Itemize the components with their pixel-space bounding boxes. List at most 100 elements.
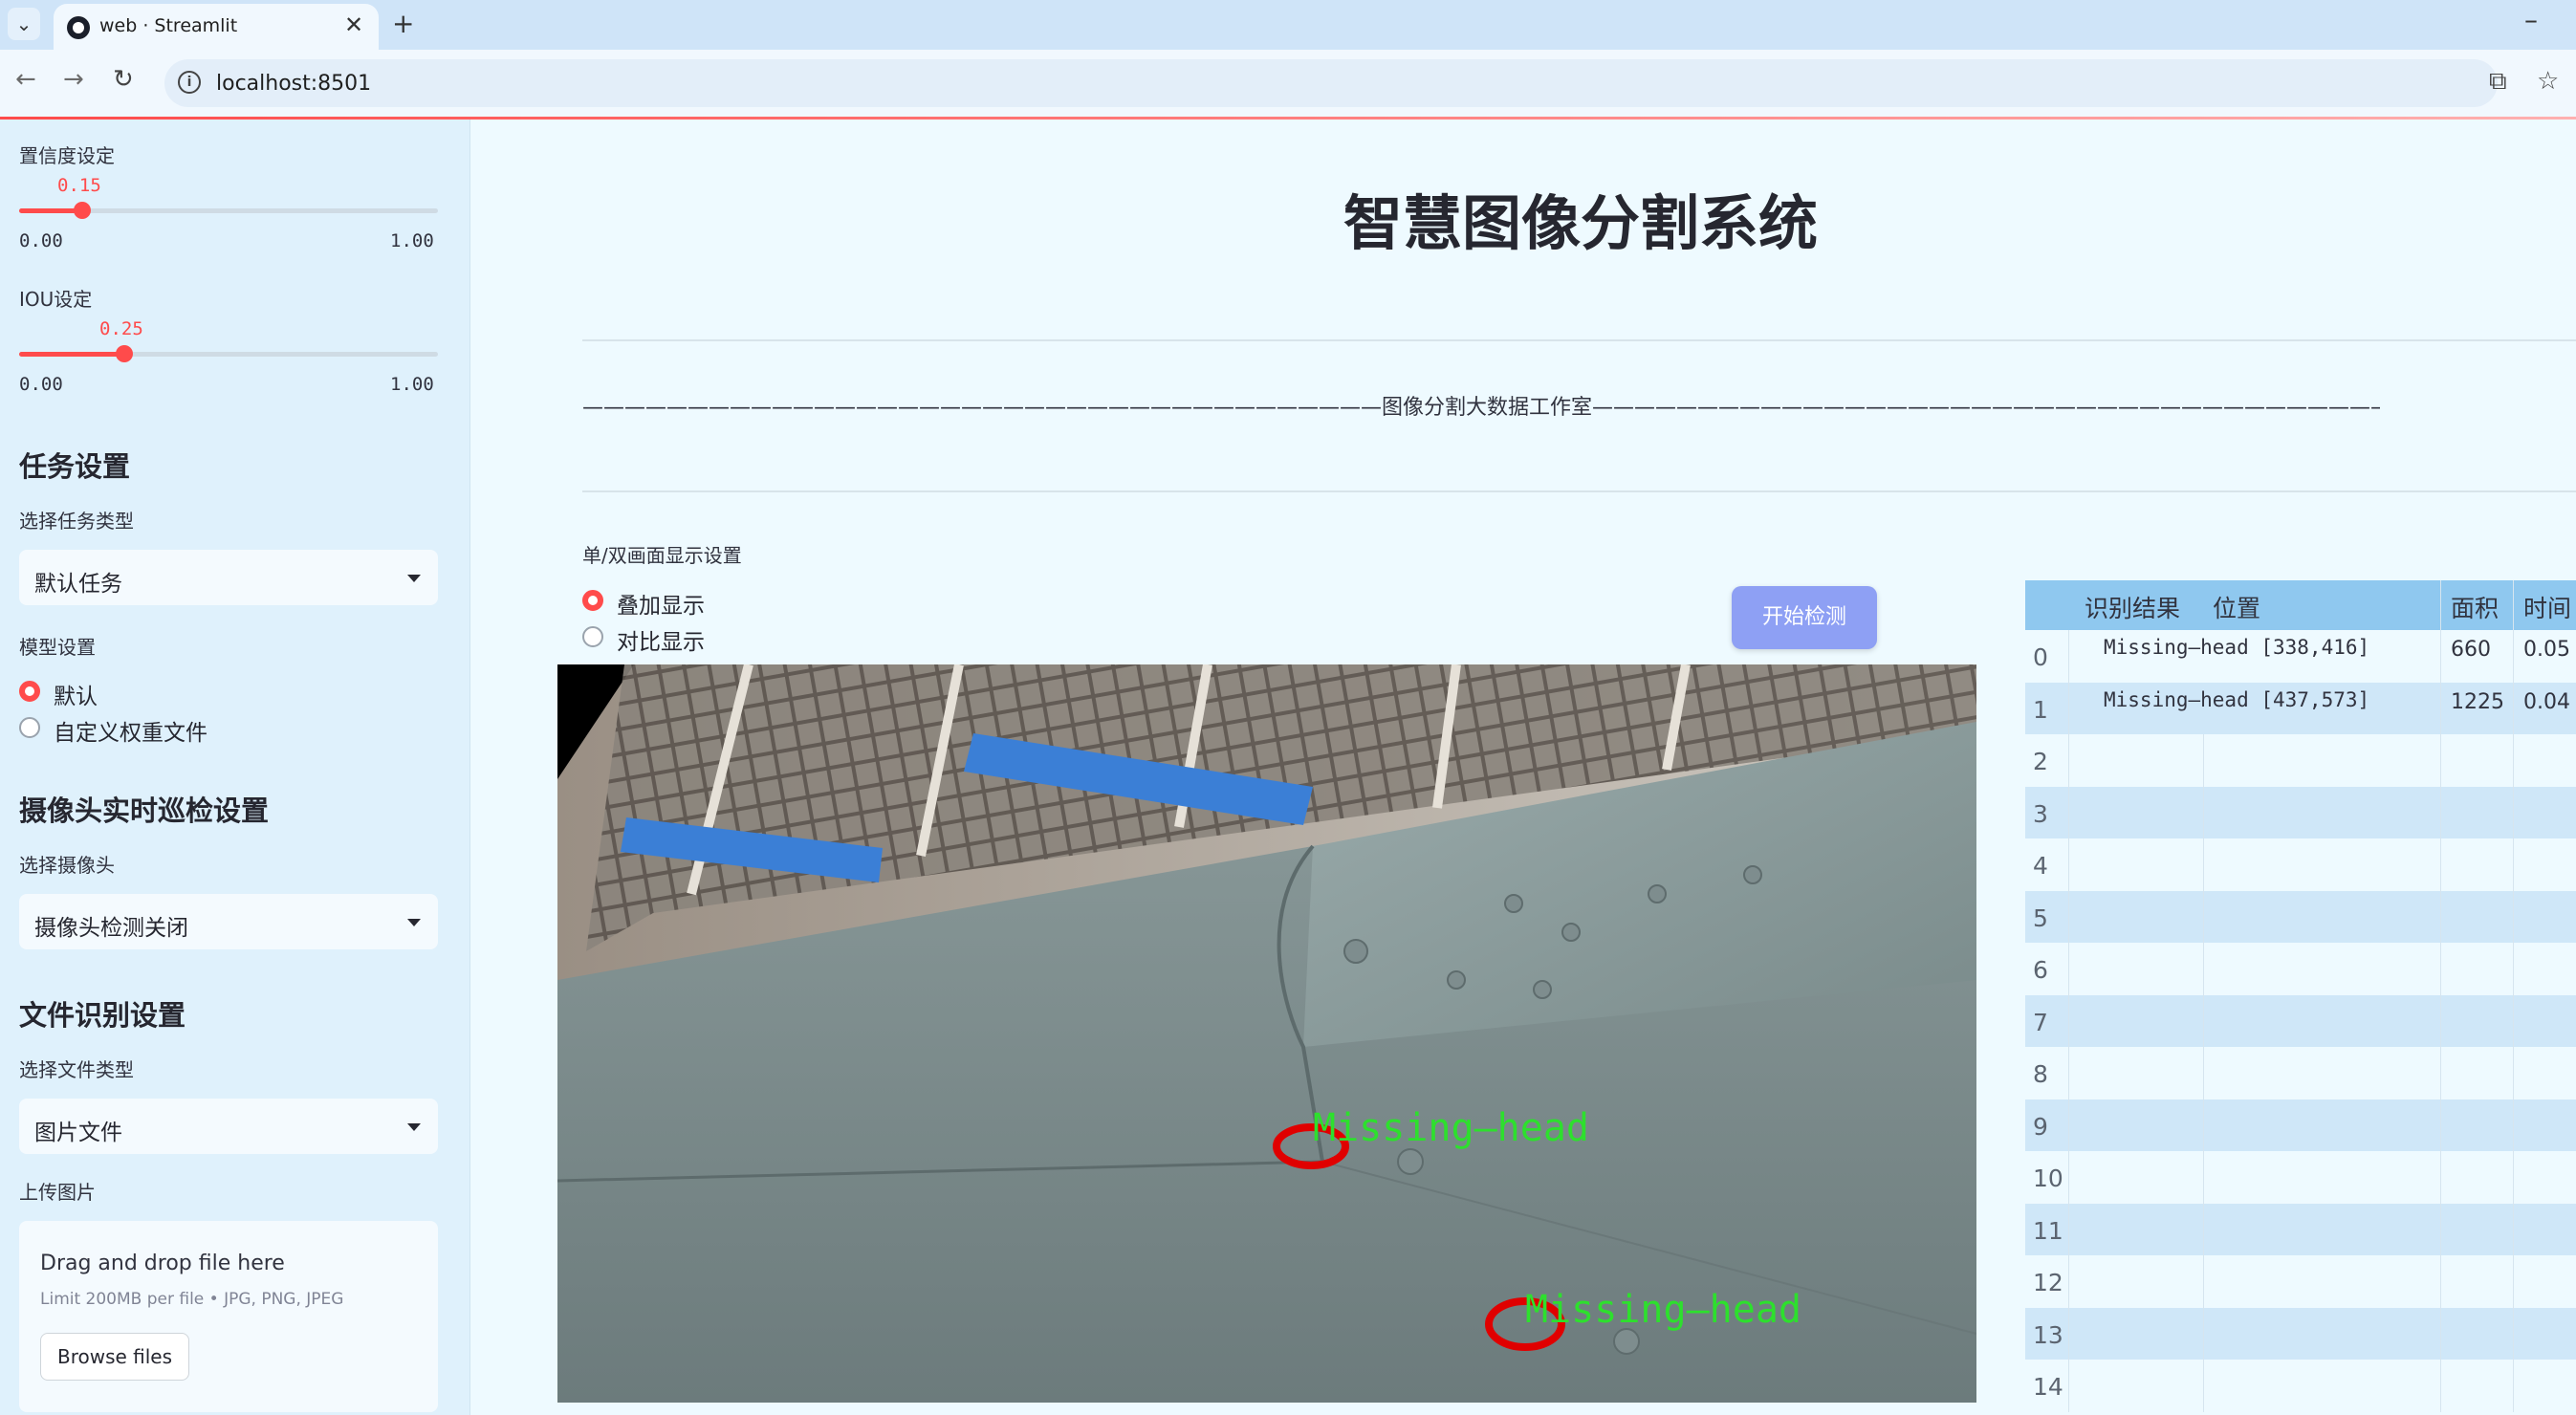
table-row[interactable]: 10 xyxy=(2025,1151,2576,1204)
upload-label: 上传图片 xyxy=(19,1181,96,1204)
task-type-value: 默认任务 xyxy=(34,572,122,597)
file-dropzone[interactable]: Drag and drop file here Limit 200MB per … xyxy=(19,1221,438,1412)
dropzone-limit: Limit 200MB per file • JPG, PNG, JPEG xyxy=(40,1290,344,1309)
empty-cell xyxy=(2513,890,2576,943)
radio-selected-icon[interactable] xyxy=(582,590,603,611)
url-text[interactable]: localhost:8501 xyxy=(216,72,371,96)
chevron-down-icon xyxy=(407,575,421,582)
iou-slider[interactable] xyxy=(19,345,438,362)
empty-cell xyxy=(2203,1151,2440,1204)
back-arrow-icon[interactable]: ← xyxy=(15,65,36,94)
time-cell: 0.05 xyxy=(2513,630,2576,683)
file-type-value: 图片文件 xyxy=(34,1121,122,1145)
forward-arrow-icon[interactable]: → xyxy=(63,65,84,94)
table-row[interactable]: 9 xyxy=(2025,1099,2576,1151)
display-mode-label: 单/双画面显示设置 xyxy=(582,544,742,567)
empty-cell xyxy=(2440,1255,2513,1308)
empty-cell xyxy=(2203,838,2440,891)
bookmark-star-icon[interactable]: ☆ xyxy=(2537,67,2559,96)
empty-cell xyxy=(2203,1047,2440,1099)
reload-icon[interactable]: ↻ xyxy=(113,65,134,94)
empty-cell xyxy=(2203,943,2440,995)
model-option-label: 自定义权重文件 xyxy=(54,721,207,746)
table-row[interactable]: 3 xyxy=(2025,786,2576,838)
empty-cell xyxy=(2440,838,2513,891)
table-row[interactable]: 6 xyxy=(2025,943,2576,995)
table-row[interactable]: 13 xyxy=(2025,1307,2576,1360)
minimize-window-icon[interactable]: – xyxy=(2524,4,2538,35)
row-index: 6 xyxy=(2025,943,2069,995)
new-tab-icon[interactable]: + xyxy=(392,8,414,39)
camera-value: 摄像头检测关闭 xyxy=(34,916,188,941)
table-header-cell[interactable]: 识别结果 xyxy=(2069,580,2203,630)
empty-cell xyxy=(2513,838,2576,891)
result-position-cell: Missing—head [437,573] xyxy=(2104,687,2370,711)
table-header-index xyxy=(2025,580,2069,630)
empty-cell xyxy=(2203,734,2440,787)
empty-cell xyxy=(2513,1307,2576,1360)
address-bar[interactable]: i localhost:8501 xyxy=(164,59,2498,107)
camera-label: 选择摄像头 xyxy=(19,854,115,877)
empty-cell xyxy=(2513,1255,2576,1308)
file-type-select[interactable]: 图片文件 xyxy=(19,1099,438,1154)
row-index: 14 xyxy=(2025,1360,2069,1412)
table-row[interactable]: 1 Missing—head [437,573] 1225 0.04 xyxy=(2025,682,2576,734)
file-type-label: 选择文件类型 xyxy=(19,1058,134,1081)
empty-cell xyxy=(2440,1151,2513,1204)
tab-close-icon[interactable]: ✕ xyxy=(344,11,363,38)
row-index: 2 xyxy=(2025,734,2069,787)
table-header-cell[interactable]: 位置 xyxy=(2203,580,2440,630)
model-label: 模型设置 xyxy=(19,636,96,659)
empty-cell xyxy=(2440,1203,2513,1255)
radio-unselected-icon[interactable] xyxy=(19,717,40,738)
empty-cell xyxy=(2513,734,2576,787)
table-row[interactable]: 4 xyxy=(2025,838,2576,891)
confidence-slider[interactable] xyxy=(19,202,438,219)
row-index: 7 xyxy=(2025,994,2069,1047)
confidence-slider-thumb[interactable] xyxy=(74,202,91,219)
empty-cell xyxy=(2513,1099,2576,1151)
table-row[interactable]: 5 xyxy=(2025,890,2576,943)
radio-unselected-icon[interactable] xyxy=(582,626,603,647)
empty-cell xyxy=(2203,786,2440,838)
radio-selected-icon[interactable] xyxy=(19,681,40,702)
browser-tab[interactable]: web · Streamlit ✕ xyxy=(54,4,379,50)
iou-slider-fill xyxy=(19,352,124,357)
table-header-cell[interactable]: 面积 xyxy=(2440,580,2513,630)
task-type-label: 选择任务类型 xyxy=(19,510,134,533)
table-row[interactable]: 14 xyxy=(2025,1360,2576,1412)
empty-cell xyxy=(2440,786,2513,838)
table-row[interactable]: 7 xyxy=(2025,994,2576,1047)
table-row[interactable]: 8 xyxy=(2025,1047,2576,1099)
empty-cell xyxy=(2203,1360,2440,1412)
browser-tab-bar: ⌄ web · Streamlit ✕ + – xyxy=(0,0,2576,50)
browse-files-button[interactable]: Browse files xyxy=(40,1333,189,1381)
area-cell: 660 xyxy=(2440,630,2513,683)
table-row[interactable]: 0 Missing—head [338,416] 660 0.05 xyxy=(2025,630,2576,683)
translate-icon[interactable]: ⧉ xyxy=(2489,67,2507,97)
row-index: 0 xyxy=(2025,630,2069,683)
iou-slider-thumb[interactable] xyxy=(116,345,133,362)
row-index: 9 xyxy=(2025,1099,2069,1151)
row-index: 4 xyxy=(2025,838,2069,891)
empty-cell xyxy=(2513,994,2576,1047)
task-type-select[interactable]: 默认任务 xyxy=(19,550,438,605)
row-index: 11 xyxy=(2025,1203,2069,1255)
row-index: 12 xyxy=(2025,1255,2069,1308)
confidence-value: 0.15 xyxy=(57,175,101,196)
empty-cell xyxy=(2513,1203,2576,1255)
table-row[interactable]: 2 xyxy=(2025,734,2576,787)
table-row[interactable]: 11 xyxy=(2025,1203,2576,1255)
empty-cell xyxy=(2440,1099,2513,1151)
start-detection-button[interactable]: 开始检测 xyxy=(1732,586,1877,649)
site-info-icon[interactable]: i xyxy=(178,71,201,94)
table-row[interactable]: 12 xyxy=(2025,1255,2576,1308)
iou-label: IOU设定 xyxy=(19,288,93,311)
camera-select[interactable]: 摄像头检测关闭 xyxy=(19,894,438,949)
tab-search-chevron-icon[interactable]: ⌄ xyxy=(8,8,40,40)
chevron-down-icon xyxy=(407,919,421,926)
empty-cell xyxy=(2440,890,2513,943)
detection-label: Missing—head xyxy=(1525,1288,1801,1332)
table-header-cell[interactable]: 时间 xyxy=(2513,580,2576,630)
tab-title: web · Streamlit xyxy=(99,15,238,36)
